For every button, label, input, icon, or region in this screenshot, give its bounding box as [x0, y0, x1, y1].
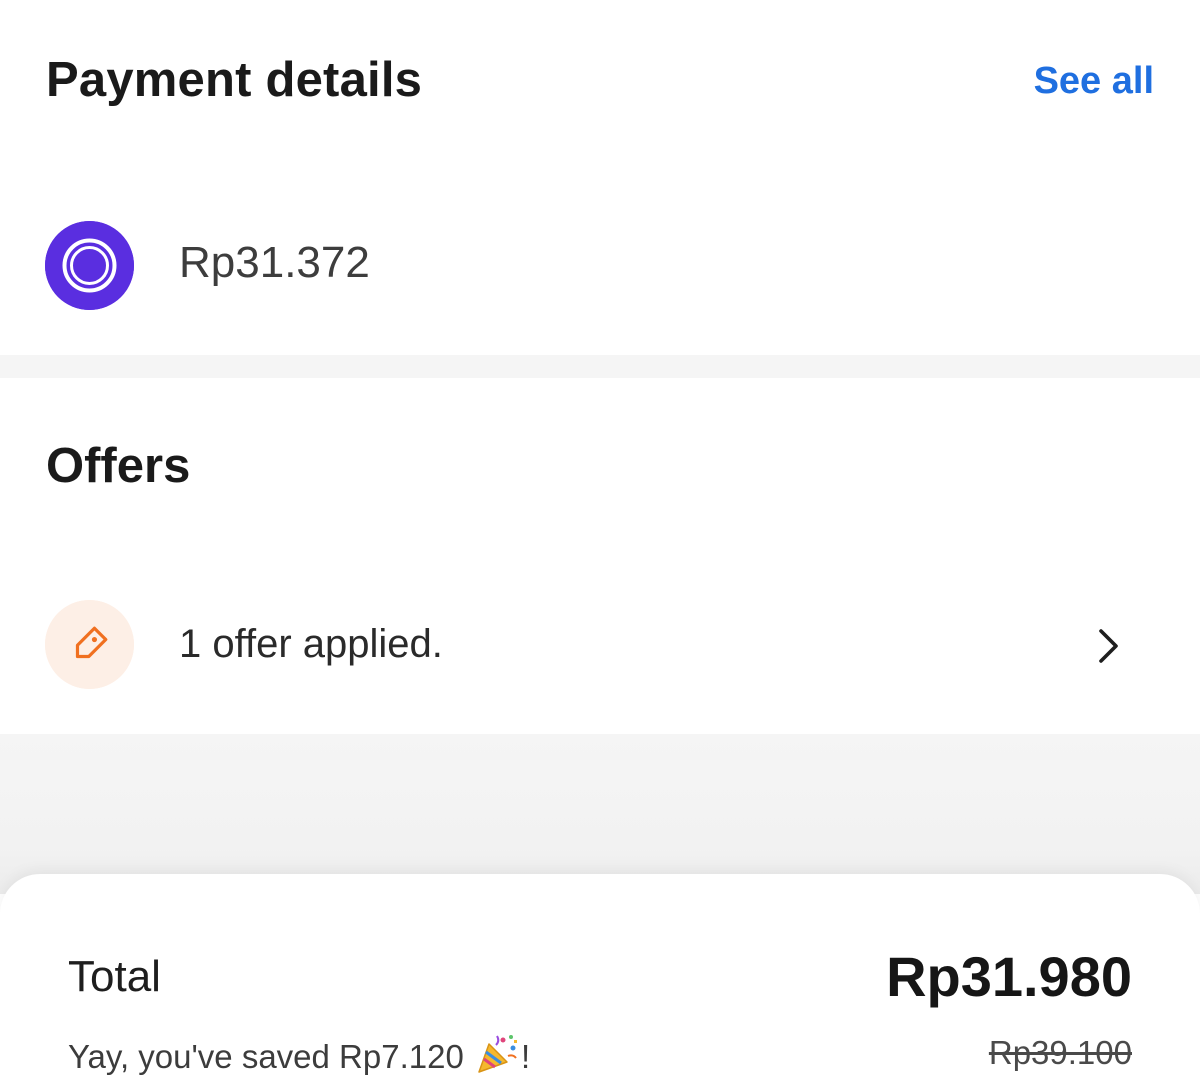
offer-applied-row[interactable]: 1 offer applied.: [0, 598, 1200, 694]
party-popper-icon: [475, 1032, 519, 1076]
savings-suffix: !: [521, 1038, 531, 1075]
wallet-circle-icon: [45, 221, 134, 310]
chevron-right-icon: [1088, 626, 1128, 666]
savings-message: Yay, you've saved Rp7.120 !: [68, 1032, 530, 1076]
total-value: Rp31.980: [886, 945, 1132, 1008]
section-divider: [0, 355, 1200, 378]
payment-screen: Payment details See all Rp31.372 Offers: [0, 0, 1200, 1090]
price-tag-icon: [45, 600, 134, 689]
background-filler: [0, 734, 1200, 894]
payment-details-section: Payment details See all Rp31.372: [0, 0, 1200, 355]
offer-applied-text: 1 offer applied.: [179, 622, 443, 666]
payment-details-title: Payment details: [46, 53, 423, 107]
offers-title: Offers: [46, 439, 191, 493]
total-label: Total: [68, 952, 161, 1001]
see-all-link[interactable]: See all: [1034, 60, 1154, 103]
wallet-balance: Rp31.372: [179, 238, 370, 287]
offers-section: Offers 1 offer applied.: [0, 378, 1200, 734]
savings-text: Yay, you've saved Rp7.120: [68, 1038, 464, 1075]
original-price: Rp39.100: [988, 1034, 1132, 1071]
total-summary-sheet: Total Rp31.980 Yay, you've saved Rp7.120…: [0, 874, 1200, 1090]
